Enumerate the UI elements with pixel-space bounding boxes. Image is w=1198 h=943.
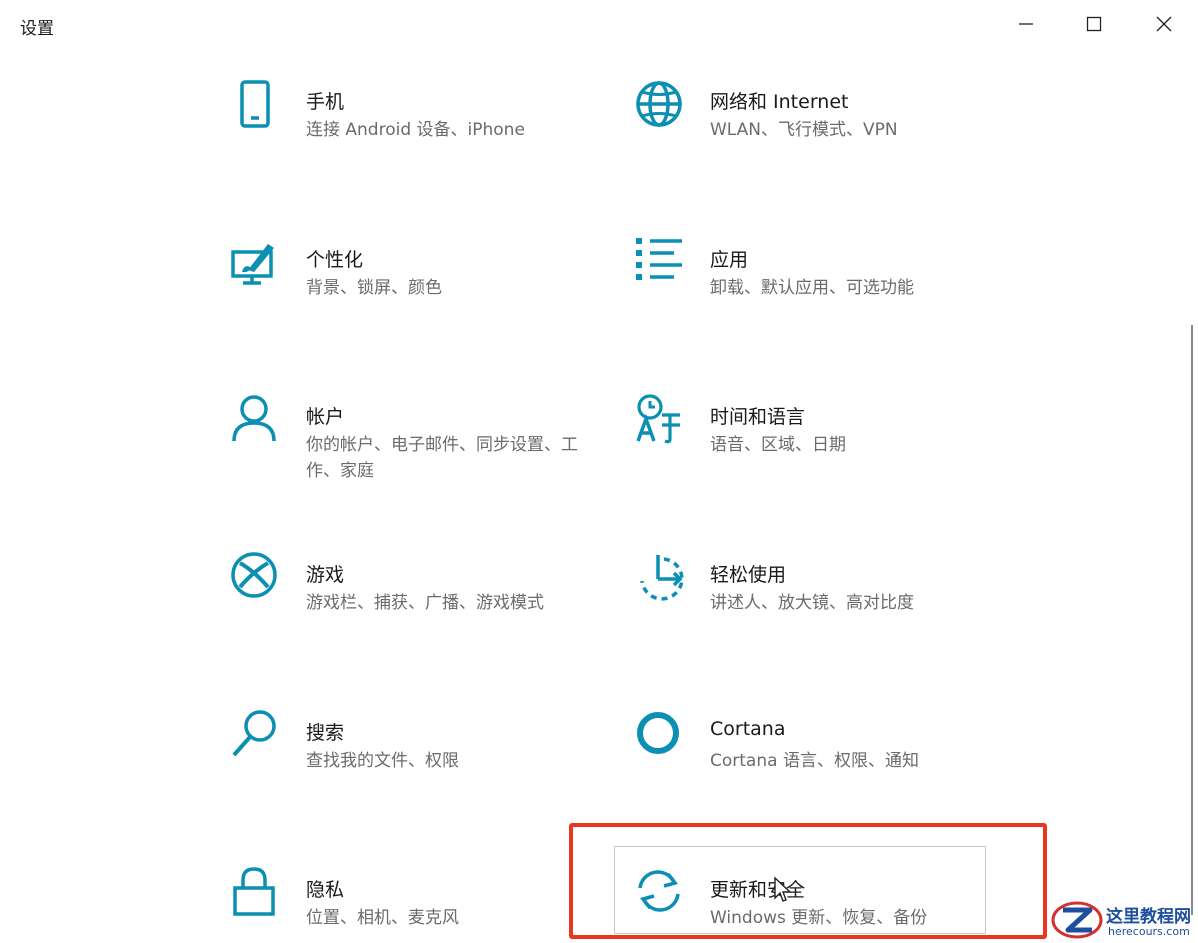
scrollbar[interactable]	[1191, 325, 1193, 915]
phone-icon	[230, 78, 286, 134]
tile-description: WLAN、飞行模式、VPN	[710, 120, 898, 140]
apps-list-icon	[634, 236, 690, 292]
tile-title: Cortana	[710, 718, 786, 740]
close-icon	[1156, 16, 1172, 32]
tile-description: 位置、相机、麦克风	[306, 908, 459, 928]
tile-description: 游戏栏、捕获、广播、游戏模式	[306, 593, 544, 613]
settings-tile-phone[interactable]: 手机 连接 Android 设备、iPhone	[230, 78, 600, 168]
window-title: 设置	[20, 19, 54, 39]
settings-tile-gaming[interactable]: 游戏 游戏栏、捕获、广播、游戏模式	[230, 551, 600, 641]
settings-tile-accounts[interactable]: 帐户 你的帐户、电子邮件、同步设置、工作、家庭	[230, 393, 600, 483]
tile-description: 卸载、默认应用、可选功能	[710, 278, 914, 298]
settings-tile-privacy[interactable]: 隐私 位置、相机、麦克风	[230, 866, 600, 943]
lock-icon	[230, 866, 286, 922]
maximize-icon	[1086, 16, 1102, 32]
settings-tile-cortana[interactable]: Cortana Cortana 语言、权限、通知	[634, 709, 1004, 799]
tile-description: 你的帐户、电子邮件、同步设置、工作、家庭	[306, 435, 578, 481]
tile-title: 手机	[306, 91, 345, 113]
tile-title: 应用	[710, 249, 749, 271]
maximize-button[interactable]	[1064, 0, 1124, 48]
watermark-url: herecours.com	[1108, 925, 1190, 938]
search-icon	[230, 709, 286, 765]
mouse-cursor-icon	[774, 876, 792, 902]
settings-tile-search[interactable]: 搜索 查找我的文件、权限	[230, 709, 600, 799]
tile-title: 个性化	[306, 249, 364, 271]
xbox-icon	[230, 551, 286, 607]
tile-title: 隐私	[306, 879, 345, 901]
ease-of-access-icon	[634, 551, 690, 607]
settings-tile-time-language[interactable]: 时间和语言 语音、区域、日期	[634, 393, 1004, 483]
tile-title: 时间和语言	[710, 406, 806, 428]
tile-title: 搜索	[306, 722, 345, 744]
title-bar: 设置	[0, 0, 1198, 50]
sync-icon	[634, 866, 690, 922]
tile-description: 语音、区域、日期	[710, 435, 846, 455]
tile-description: 查找我的文件、权限	[306, 751, 459, 771]
watermark: 这里教程网 herecours.com	[1050, 898, 1195, 942]
settings-tile-ease-of-access[interactable]: 轻松使用 讲述人、放大镜、高对比度	[634, 551, 1004, 641]
tile-description: Windows 更新、恢复、备份	[710, 908, 928, 928]
cortana-icon	[634, 709, 690, 765]
watermark-logo-icon	[1051, 901, 1103, 939]
tile-title: 网络和 Internet	[710, 91, 849, 113]
tile-description: Cortana 语言、权限、通知	[710, 751, 919, 771]
watermark-name: 这里教程网	[1106, 907, 1191, 927]
personalization-icon	[230, 236, 286, 292]
settings-tile-update-security[interactable]: 更新和安全 Windows 更新、恢复、备份	[634, 866, 1004, 943]
minimize-icon	[1019, 23, 1033, 25]
person-icon	[230, 393, 286, 449]
minimize-button[interactable]	[996, 0, 1056, 48]
tile-title: 轻松使用	[710, 564, 787, 586]
tile-description: 背景、锁屏、颜色	[306, 278, 442, 298]
close-button[interactable]	[1134, 0, 1194, 48]
settings-tile-apps[interactable]: 应用 卸载、默认应用、可选功能	[634, 236, 1004, 326]
settings-tile-network[interactable]: 网络和 Internet WLAN、飞行模式、VPN	[634, 78, 1004, 168]
time-language-icon	[634, 393, 690, 449]
tile-description: 讲述人、放大镜、高对比度	[710, 593, 914, 613]
tile-title: 游戏	[306, 564, 345, 586]
tile-title: 帐户	[306, 406, 345, 428]
globe-icon	[634, 78, 690, 134]
tile-description: 连接 Android 设备、iPhone	[306, 120, 525, 140]
settings-window: 设置 手机 连接 Android 设备、iPhone 网络和 Internet …	[0, 0, 1198, 943]
settings-tile-personalization[interactable]: 个性化 背景、锁屏、颜色	[230, 236, 600, 326]
